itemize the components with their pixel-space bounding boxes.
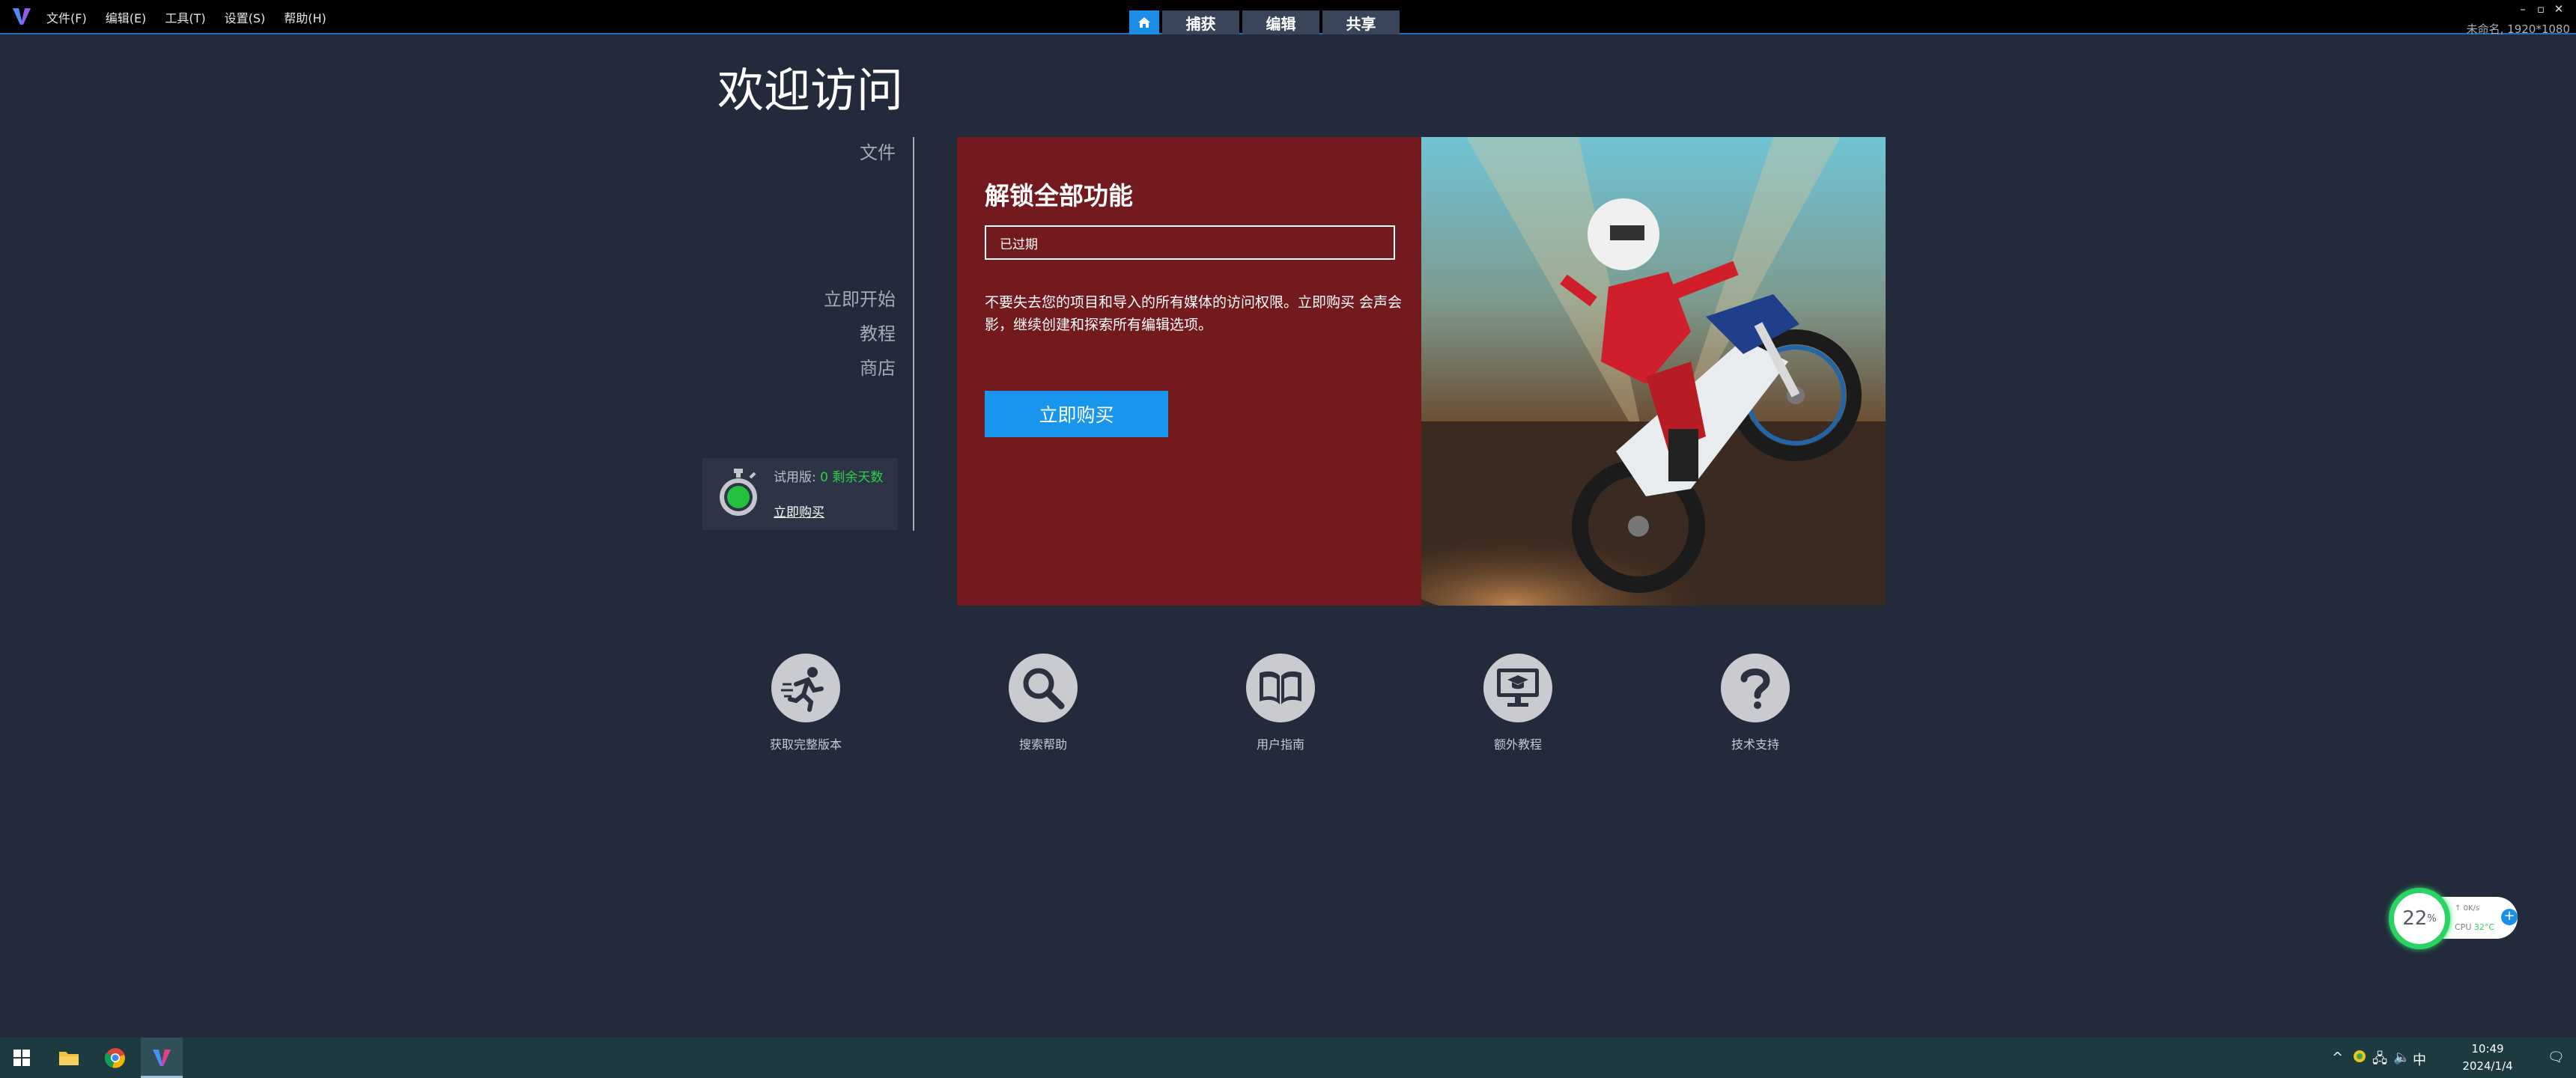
nav-get-started[interactable]: 立即开始 bbox=[824, 284, 896, 311]
mode-tabs: 捕获 编辑 共享 bbox=[1129, 10, 1403, 34]
promo-description: 不要失去您的项目和导入的所有媒体的访问权限。立即购买 会声会影，继续创建和探索所… bbox=[985, 294, 1403, 333]
menu-edit[interactable]: 编辑(E) bbox=[106, 8, 147, 26]
motocross-illustration bbox=[1421, 137, 1886, 606]
nav-file[interactable]: 文件 bbox=[860, 138, 896, 164]
tab-edit[interactable]: 编辑 bbox=[1242, 10, 1319, 34]
quick-link-search-help[interactable]: 搜索帮助 bbox=[961, 654, 1126, 752]
promo-image bbox=[1421, 137, 1886, 606]
promo-title: 解锁全部功能 bbox=[985, 181, 1133, 210]
home-icon bbox=[1138, 17, 1150, 28]
taskbar-videostudio[interactable] bbox=[141, 1038, 183, 1078]
quick-link-label: 用户指南 bbox=[1256, 737, 1304, 752]
trial-days: 0 剩余天数 bbox=[820, 470, 884, 485]
tray-expand-icon[interactable]: ^ bbox=[2332, 1050, 2343, 1065]
quick-link-extra-tutorials[interactable]: 额外教程 bbox=[1436, 654, 1600, 752]
monitor-graduation-icon bbox=[1483, 654, 1552, 722]
nav-tutorials[interactable]: 教程 bbox=[860, 319, 896, 345]
taskbar-clock[interactable]: 10:49 2024/1/4 bbox=[2458, 1041, 2518, 1075]
tab-home[interactable] bbox=[1129, 10, 1159, 34]
taskbar-file-explorer[interactable] bbox=[48, 1038, 90, 1078]
menu-file[interactable]: 文件(F) bbox=[46, 8, 87, 26]
system-tray: ^ 🖧 🔈 中 10:49 2024/1/4 🗨 bbox=[2329, 1038, 2576, 1078]
menu-settings[interactable]: 设置(S) bbox=[225, 8, 266, 26]
book-icon bbox=[1246, 654, 1315, 722]
quick-link-full-version[interactable]: 获取完整版本 bbox=[723, 654, 888, 752]
taskbar: ^ 🖧 🔈 中 10:49 2024/1/4 🗨 bbox=[0, 1038, 2576, 1078]
quick-link-label: 技术支持 bbox=[1731, 737, 1779, 752]
tray-app-icon[interactable] bbox=[2353, 1050, 2366, 1067]
trial-status: 试用版: 0 剩余天数 bbox=[774, 470, 893, 485]
memory-usage-unit: % bbox=[2427, 913, 2437, 925]
running-man-icon bbox=[771, 654, 840, 722]
title-bar: 文件(F) 编辑(E) 工具(T) 设置(S) 帮助(H) 捕获 编辑 共享 –… bbox=[0, 0, 2576, 36]
notification-icon[interactable]: 🗨 bbox=[2548, 1050, 2565, 1065]
promo-panel: 解锁全部功能 已过期 不要失去您的项目和导入的所有媒体的访问权限。立即购买 会声… bbox=[957, 137, 1421, 606]
license-status-field: 已过期 bbox=[985, 225, 1395, 260]
stopwatch-icon bbox=[720, 469, 757, 516]
file-explorer-icon bbox=[59, 1052, 79, 1065]
quick-link-tech-support[interactable]: 技术支持 bbox=[1673, 654, 1838, 752]
cpu-label: CPU bbox=[2455, 922, 2472, 932]
page-title: 欢迎访问 bbox=[717, 63, 904, 118]
clock-time: 10:49 bbox=[2471, 1042, 2504, 1056]
cpu-temp: CPU 32°C bbox=[2455, 922, 2494, 932]
cpu-temp-value: 32°C bbox=[2473, 922, 2495, 932]
chrome-icon bbox=[105, 1048, 125, 1068]
network-speed-value: 0K/s bbox=[2463, 904, 2480, 913]
system-monitor-widget[interactable]: 22% ↑ 0K/s CPU 32°C + bbox=[2389, 888, 2527, 949]
ime-indicator[interactable]: 中 bbox=[2413, 1050, 2426, 1069]
network-icon[interactable]: 🖧 bbox=[2372, 1050, 2387, 1072]
window-controls: – ▫ ✕ bbox=[2518, 4, 2564, 15]
menu-tools[interactable]: 工具(T) bbox=[165, 8, 205, 26]
memory-usage-value: 22 bbox=[2402, 907, 2428, 930]
project-info: 未命名, 1920*1080 bbox=[2466, 22, 2570, 36]
tab-share[interactable]: 共享 bbox=[1322, 10, 1400, 34]
quick-link-label: 搜索帮助 bbox=[1018, 737, 1067, 752]
taskbar-chrome[interactable] bbox=[94, 1038, 136, 1078]
restore-icon[interactable]: ▫ bbox=[2536, 4, 2546, 15]
clock-date: 2024/1/4 bbox=[2462, 1059, 2513, 1073]
plus-icon[interactable]: + bbox=[2501, 909, 2518, 925]
network-up-icon: ↑ bbox=[2455, 904, 2461, 913]
quick-link-user-guide[interactable]: 用户指南 bbox=[1198, 654, 1363, 752]
menu-help[interactable]: 帮助(H) bbox=[284, 8, 326, 26]
buy-now-button[interactable]: 立即购买 bbox=[985, 391, 1168, 437]
main-menu: 文件(F) 编辑(E) 工具(T) 设置(S) 帮助(H) bbox=[46, 0, 345, 34]
search-icon bbox=[1009, 654, 1078, 722]
minimize-icon[interactable]: – bbox=[2518, 4, 2528, 15]
memory-usage-ring: 22% bbox=[2389, 888, 2450, 949]
question-icon bbox=[1721, 654, 1790, 722]
videostudio-icon bbox=[153, 1049, 171, 1066]
nav-divider bbox=[913, 137, 914, 531]
quick-link-label: 获取完整版本 bbox=[769, 737, 842, 752]
close-icon[interactable]: ✕ bbox=[2554, 4, 2564, 15]
quick-link-label: 额外教程 bbox=[1493, 737, 1542, 752]
network-speed: ↑ 0K/s bbox=[2455, 904, 2479, 913]
trial-label: 试用版: bbox=[774, 470, 816, 485]
nav-store[interactable]: 商店 bbox=[860, 353, 896, 380]
volume-icon[interactable]: 🔈 bbox=[2393, 1050, 2410, 1065]
windows-start-icon[interactable] bbox=[13, 1050, 30, 1066]
app-logo-icon[interactable] bbox=[10, 4, 33, 27]
trial-buy-link[interactable]: 立即购买 bbox=[774, 502, 824, 520]
trial-box: 试用版: 0 剩余天数 立即购买 bbox=[702, 458, 898, 530]
tab-capture[interactable]: 捕获 bbox=[1162, 10, 1239, 34]
